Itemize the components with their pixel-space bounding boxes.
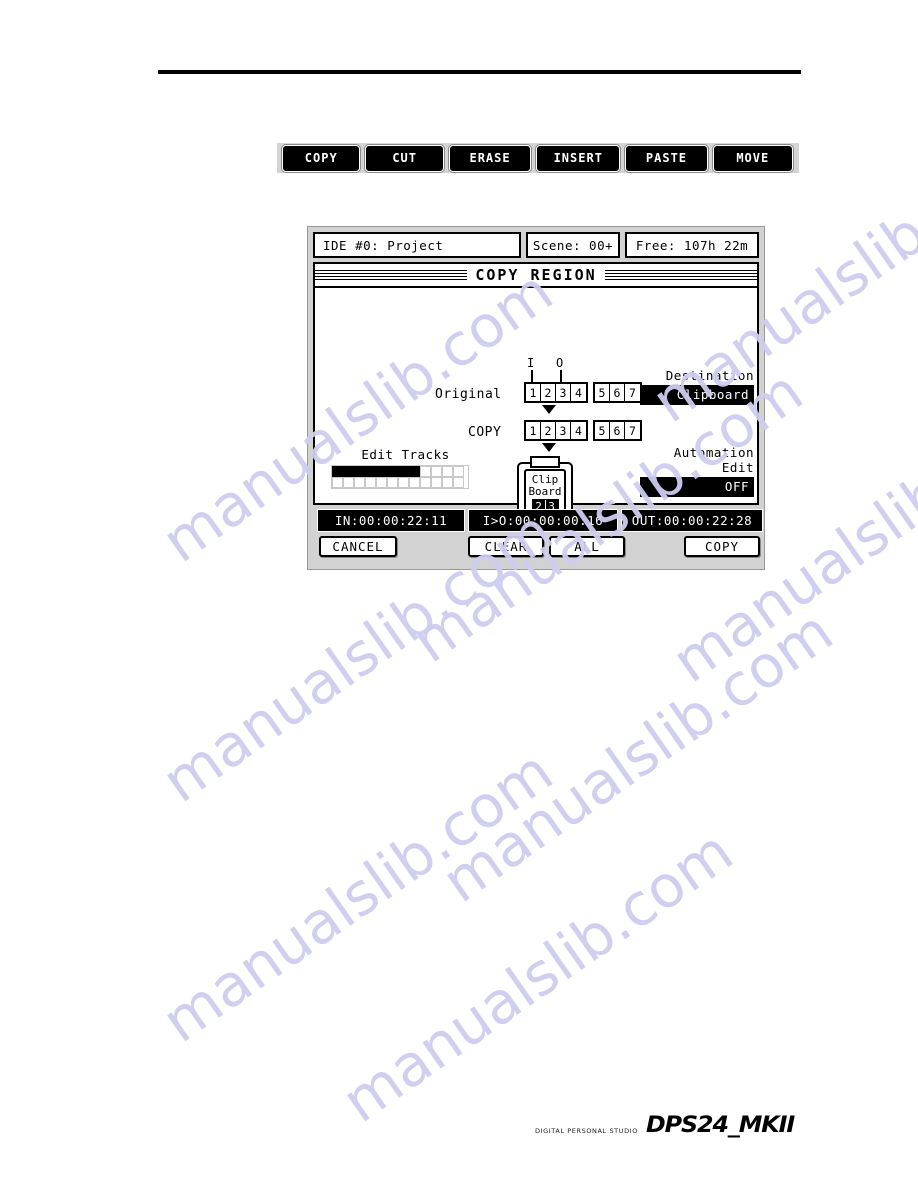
edit-track-cell-bottom-6[interactable] bbox=[387, 477, 398, 488]
edit-track-cell-top-6[interactable] bbox=[387, 466, 398, 477]
edit-tracks-grid[interactable] bbox=[331, 465, 469, 489]
original-track-6[interactable]: 6 bbox=[610, 384, 625, 401]
original-tracks-1-4[interactable]: 1 2 3 4 bbox=[524, 382, 588, 403]
cancel-button[interactable]: CANCEL bbox=[319, 536, 397, 557]
in-out-markers: I O bbox=[525, 356, 585, 386]
marker-out-label: O bbox=[556, 356, 564, 370]
copy-tracks-1-4[interactable]: 1 2 3 4 bbox=[524, 420, 588, 441]
marker-in-label: I bbox=[527, 356, 535, 370]
destination-section: Destination Clipboard bbox=[640, 368, 754, 405]
arrow-down-icon bbox=[542, 443, 556, 452]
watermark-text: manualslib.com bbox=[150, 736, 565, 1056]
edit-track-cell-top-3[interactable] bbox=[354, 466, 365, 477]
watermark-text: manualslib.com bbox=[330, 816, 745, 1136]
edit-track-cell-top-10[interactable] bbox=[431, 466, 442, 477]
original-track-3[interactable]: 3 bbox=[556, 384, 571, 401]
original-tracks-5-7[interactable]: 5 6 7 bbox=[593, 382, 642, 403]
edit-track-cell-top-8[interactable] bbox=[409, 466, 420, 477]
copy-track-7[interactable]: 7 bbox=[625, 422, 640, 439]
original-track-1[interactable]: 1 bbox=[526, 384, 541, 401]
clipboard-line-2: Board bbox=[528, 485, 562, 498]
edit-track-cell-top-2[interactable] bbox=[343, 466, 354, 477]
toolbar-button-paste[interactable]: PASTE bbox=[626, 145, 707, 171]
copy-track-6[interactable]: 6 bbox=[610, 422, 625, 439]
timecode-out[interactable]: OUT:00:00:22:28 bbox=[622, 510, 762, 531]
edit-track-cell-top-1[interactable] bbox=[332, 466, 343, 477]
edit-track-cell-top-4[interactable] bbox=[365, 466, 376, 477]
copy-row-label: COPY bbox=[468, 425, 502, 440]
edit-track-cell-top-7[interactable] bbox=[398, 466, 409, 477]
destination-value[interactable]: Clipboard bbox=[640, 385, 754, 405]
automation-edit-section: Automation Edit OFF bbox=[640, 445, 754, 497]
edit-track-cell-top-11[interactable] bbox=[442, 466, 453, 477]
edit-track-cell-top-12[interactable] bbox=[453, 466, 464, 477]
edit-toolbar: COPY CUT ERASE INSERT PASTE MOVE bbox=[277, 143, 799, 173]
lcd-body: I O Original 1 2 3 4 5 6 7 COPY 1 2 3 4 … bbox=[313, 286, 759, 520]
footer-brand: DIGITAL PERSONAL STUDIO DPS24_MKII bbox=[535, 1113, 795, 1138]
edit-track-cell-bottom-12[interactable] bbox=[453, 477, 464, 488]
edit-track-cell-bottom-11[interactable] bbox=[442, 477, 453, 488]
scene-field[interactable]: Scene: 00+ bbox=[526, 232, 620, 258]
edit-track-cell-top-9[interactable] bbox=[420, 466, 431, 477]
timecode-row: IN:00:00:22:11 I>O:00:00:00:16 OUT:00:00… bbox=[313, 510, 762, 531]
edit-track-cell-bottom-10[interactable] bbox=[431, 477, 442, 488]
title-rule-left bbox=[315, 269, 468, 281]
lcd-bottom-bar: IN:00:00:22:11 I>O:00:00:00:16 OUT:00:00… bbox=[313, 510, 762, 562]
copy-button[interactable]: COPY bbox=[684, 536, 760, 557]
footer-subtitle: DIGITAL PERSONAL STUDIO bbox=[535, 1127, 638, 1135]
edit-track-cell-top-5[interactable] bbox=[376, 466, 387, 477]
toolbar-button-copy[interactable]: COPY bbox=[283, 145, 360, 171]
lcd-status-bar: IDE #0: Project Scene: 00+ Free: 107h 22… bbox=[313, 232, 759, 258]
edit-track-cell-bottom-9[interactable] bbox=[420, 477, 431, 488]
original-row-label: Original bbox=[435, 387, 502, 402]
automation-edit-label: Automation Edit bbox=[673, 445, 754, 475]
copy-track-1[interactable]: 1 bbox=[526, 422, 541, 439]
destination-label: Destination bbox=[665, 368, 754, 383]
footer-logo-text: DPS24_MKII bbox=[645, 1113, 795, 1138]
copy-track-2[interactable]: 2 bbox=[541, 422, 556, 439]
original-track-4[interactable]: 4 bbox=[571, 384, 586, 401]
original-track-5[interactable]: 5 bbox=[595, 384, 610, 401]
all-button[interactable]: ALL bbox=[549, 536, 625, 557]
edit-track-cell-bottom-7[interactable] bbox=[398, 477, 409, 488]
edit-tracks-label: Edit Tracks bbox=[361, 447, 450, 462]
page-title: COPY REGION bbox=[475, 266, 597, 284]
timecode-in-out[interactable]: I>O:00:00:00:16 bbox=[469, 510, 617, 531]
copy-track-3[interactable]: 3 bbox=[556, 422, 571, 439]
soft-button-row: CANCEL CLEAR ALL COPY bbox=[313, 536, 760, 558]
copy-track-5[interactable]: 5 bbox=[595, 422, 610, 439]
lcd-title-bar: COPY REGION bbox=[313, 262, 759, 286]
watermark-text: manualslib.com bbox=[430, 596, 845, 916]
toolbar-button-erase[interactable]: ERASE bbox=[449, 145, 531, 171]
lcd-screen: IDE #0: Project Scene: 00+ Free: 107h 22… bbox=[307, 226, 765, 570]
header-rule bbox=[158, 70, 801, 74]
clipboard-inner: Clip Board 2 3 bbox=[524, 469, 566, 514]
clipboard-clip bbox=[530, 456, 560, 468]
toolbar-button-cut[interactable]: CUT bbox=[366, 145, 443, 171]
automation-edit-value[interactable]: OFF bbox=[640, 477, 754, 497]
watermark-overlay: manualslib.com manualslib.com manualslib.c… bbox=[0, 0, 918, 1188]
edit-tracks-row-bottom[interactable] bbox=[332, 477, 468, 488]
original-track-2[interactable]: 2 bbox=[541, 384, 556, 401]
edit-tracks-row-top[interactable] bbox=[332, 466, 468, 477]
original-track-7[interactable]: 7 bbox=[625, 384, 640, 401]
copy-tracks-5-7[interactable]: 5 6 7 bbox=[593, 420, 642, 441]
timecode-in[interactable]: IN:00:00:22:11 bbox=[318, 510, 464, 531]
clear-button[interactable]: CLEAR bbox=[468, 536, 544, 557]
edit-track-cell-bottom-5[interactable] bbox=[376, 477, 387, 488]
edit-track-cell-bottom-3[interactable] bbox=[354, 477, 365, 488]
edit-track-cell-bottom-4[interactable] bbox=[365, 477, 376, 488]
project-field[interactable]: IDE #0: Project bbox=[313, 232, 521, 258]
toolbar-button-move[interactable]: MOVE bbox=[713, 145, 792, 171]
free-space-field: Free: 107h 22m bbox=[625, 232, 759, 258]
edit-track-cell-bottom-8[interactable] bbox=[409, 477, 420, 488]
toolbar-button-insert[interactable]: INSERT bbox=[537, 145, 620, 171]
title-rule-right bbox=[604, 269, 757, 281]
arrow-down-icon bbox=[542, 405, 556, 414]
edit-track-cell-bottom-1[interactable] bbox=[332, 477, 343, 488]
copy-track-4[interactable]: 4 bbox=[571, 422, 586, 439]
edit-track-cell-bottom-2[interactable] bbox=[343, 477, 354, 488]
edit-tracks-section: Edit Tracks bbox=[331, 447, 476, 489]
